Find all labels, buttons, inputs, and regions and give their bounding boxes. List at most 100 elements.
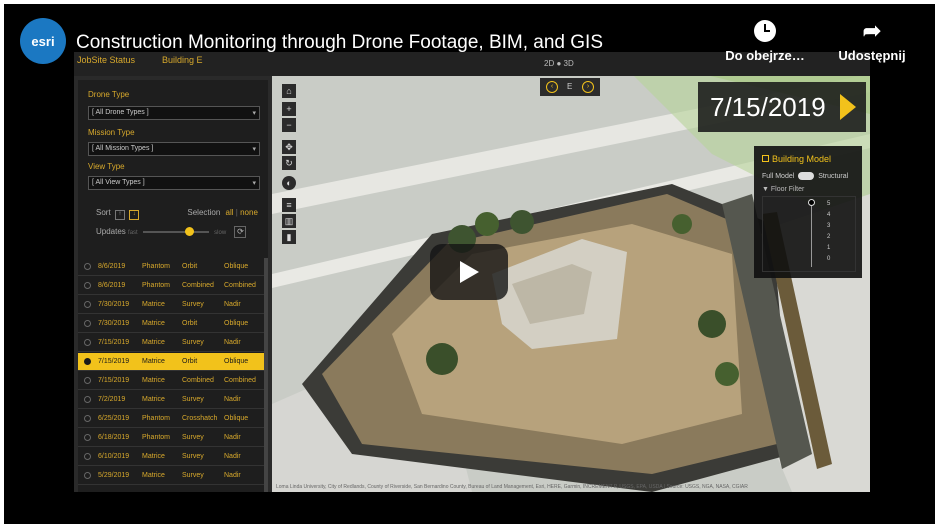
table-row[interactable]: 6/18/2019 Phantom Survey Nadir [78,429,264,447]
row-select-radio[interactable] [84,434,91,441]
row-select-radio[interactable] [84,377,91,384]
floor-label[interactable]: 5 [827,199,830,210]
row-view: Nadir [224,434,241,441]
refresh-icon[interactable]: ⟳ [234,226,247,238]
previous-icon[interactable]: ‹ [546,81,558,93]
model-mode-toggle[interactable] [798,172,815,180]
full-model-label: Full Model [762,172,795,180]
table-row[interactable]: 6/25/2019 Phantom Crosshatch Oblique [78,410,264,428]
row-select-radio[interactable] [84,453,91,460]
mission-type-value: [ All Mission Types ] [92,145,154,152]
row-select-radio[interactable] [84,396,91,403]
checkbox-icon[interactable] [762,155,769,162]
chevron-down-icon: ▾ [252,180,256,187]
row-mission: Survey [182,301,204,308]
row-select-radio[interactable] [84,415,91,422]
esri-logo[interactable]: esri [20,18,66,64]
row-mission: Crosshatch [182,415,218,422]
sort-desc-icon[interactable]: ↓ [129,210,140,220]
floor-label[interactable]: 0 [827,254,830,265]
row-select-radio[interactable] [84,358,91,365]
sort-label: Sort [96,208,111,217]
row-drone: Phantom [142,263,171,270]
row-select-radio[interactable] [84,320,91,327]
row-view: Nadir [224,339,241,346]
table-row[interactable]: 7/15/2019 Matrice Survey Nadir [78,334,264,352]
table-row[interactable]: 7/15/2019 Matrice Combined Combined [78,372,264,390]
floor-label[interactable]: 2 [827,232,830,243]
view-2d-3d-toggle[interactable]: 2D ● 3D [544,59,574,68]
table-row[interactable]: 5/29/2019 Matrice Survey Nadir [78,467,264,485]
compass-label: E [567,82,573,91]
delete-icon[interactable]: ▮ [282,230,296,244]
floor-track [811,201,812,267]
layers-icon[interactable]: ≡ [282,198,296,212]
row-drone: Matrice [142,339,165,346]
mission-type-label: Mission Type [88,128,135,137]
view-type-label: View Type [88,162,125,171]
row-date: 7/15/2019 [98,377,130,384]
floor-label[interactable]: 3 [827,221,830,232]
share-label: Udostępnij [838,48,906,63]
measure-icon[interactable]: ▥ [282,214,296,228]
row-drone: Phantom [142,415,171,422]
row-mission: Orbit [182,263,198,270]
row-view: Combined [224,377,256,384]
home-icon[interactable]: ⌂ [282,84,296,98]
map-view[interactable] [272,74,870,492]
sort-asc-icon[interactable]: ↑ [114,210,125,220]
row-select-radio[interactable] [84,339,91,346]
slider-knob[interactable] [184,226,194,236]
watch-later-label: Do obejrze… [725,48,805,63]
drone-type-select[interactable]: [ All Drone Types ] ▾ [88,106,260,120]
table-scrollbar[interactable] [264,258,268,492]
floor-knob[interactable] [808,199,815,206]
map-attribution: Loma Linda University, City of Redlands,… [276,484,748,490]
row-view: Oblique [224,320,249,327]
row-date: 7/15/2019 [98,339,130,346]
row-date: 8/6/2019 [98,282,126,289]
mission-type-select[interactable]: [ All Mission Types ] ▾ [88,142,260,156]
floor-label[interactable]: 4 [827,210,830,221]
table-row[interactable]: 7/30/2019 Matrice Survey Nadir [78,296,264,314]
share-button[interactable]: ➦ Udostępnij [826,20,918,64]
row-view: Combined [224,282,256,289]
row-mission: Combined [182,377,214,384]
row-select-radio[interactable] [84,472,91,479]
pan-icon[interactable]: ✥ [282,140,296,154]
next-icon[interactable]: › [582,81,594,93]
row-view: Nadir [224,453,241,460]
play-date-icon[interactable] [840,94,856,120]
table-row[interactable]: 6/10/2019 Matrice Survey Nadir [78,448,264,466]
view-type-select[interactable]: [ All View Types ] ▾ [88,176,260,190]
floor-slider[interactable]: 543210 [762,196,856,272]
row-date: 7/15/2019 [98,358,130,365]
table-row[interactable]: 7/2/2019 Matrice Survey Nadir [78,391,264,409]
building-model-header[interactable]: Building Model [762,154,831,164]
select-all-link[interactable]: all [226,208,234,217]
table-row[interactable]: 7/15/2019 Matrice Orbit Oblique [78,353,264,371]
zoom-in-icon[interactable]: + [282,102,296,116]
row-date: 6/25/2019 [98,415,130,422]
select-none-link[interactable]: none [240,208,258,217]
video-player[interactable]: JobSite Status Building E 2D ● 3D Drone … [4,4,935,524]
row-select-radio[interactable] [84,263,91,270]
rotate-icon[interactable]: ↻ [282,156,296,170]
drone-type-label: Drone Type [88,90,130,99]
row-date: 8/6/2019 [98,263,126,270]
play-button[interactable] [430,244,508,300]
watch-later-button[interactable]: Do obejrze… [720,20,810,63]
zoom-out-icon[interactable]: − [282,118,296,132]
row-select-radio[interactable] [84,282,91,289]
video-title[interactable]: Construction Monitoring through Drone Fo… [76,32,603,54]
floor-label[interactable]: 1 [827,243,830,254]
table-row[interactable]: 8/6/2019 Phantom Orbit Oblique [78,258,264,276]
selection-label: Selection [187,208,221,217]
row-drone: Matrice [142,377,165,384]
compass-icon[interactable]: ◐ [282,176,296,190]
updates-slider[interactable] [142,226,209,236]
table-row[interactable]: 8/6/2019 Phantom Combined Combined [78,277,264,295]
row-select-radio[interactable] [84,301,91,308]
updates-fast-label: fast [128,230,138,236]
table-row[interactable]: 7/30/2019 Matrice Orbit Oblique [78,315,264,333]
